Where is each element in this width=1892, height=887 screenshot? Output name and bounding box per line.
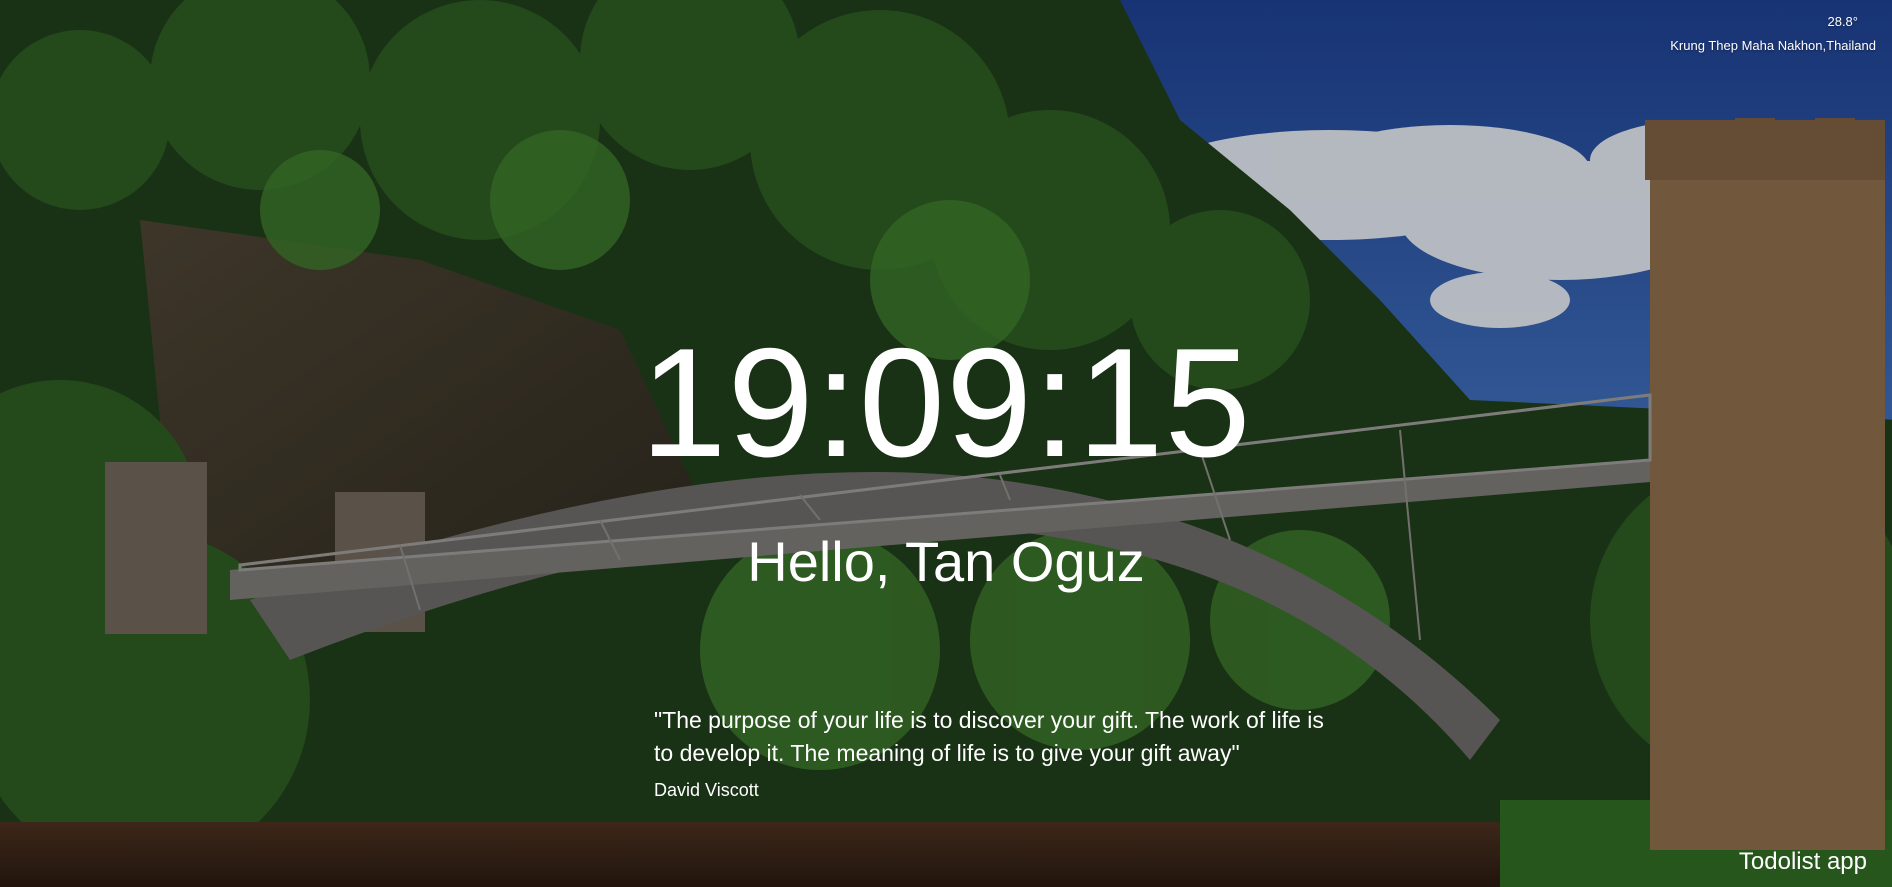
background-stage: 28.8° Krung Thep Maha Nakhon,Thailand 19… xyxy=(0,0,1892,887)
weather-widget: 28.8° Krung Thep Maha Nakhon,Thailand xyxy=(1670,14,1876,54)
location-label: Krung Thep Maha Nakhon,Thailand xyxy=(1670,38,1876,53)
quote-text: "The purpose of your life is to discover… xyxy=(654,707,1324,766)
todolist-app-link[interactable]: Todolist app xyxy=(1739,847,1867,877)
temperature-label: 28.8° xyxy=(1827,14,1858,29)
greeting-text: Hello, Tan Oguz xyxy=(747,530,1145,593)
clock-time: 19:09:15 xyxy=(640,316,1252,489)
quote-author: David Viscott xyxy=(654,780,759,800)
quote-block: "The purpose of your life is to discover… xyxy=(654,704,1344,802)
